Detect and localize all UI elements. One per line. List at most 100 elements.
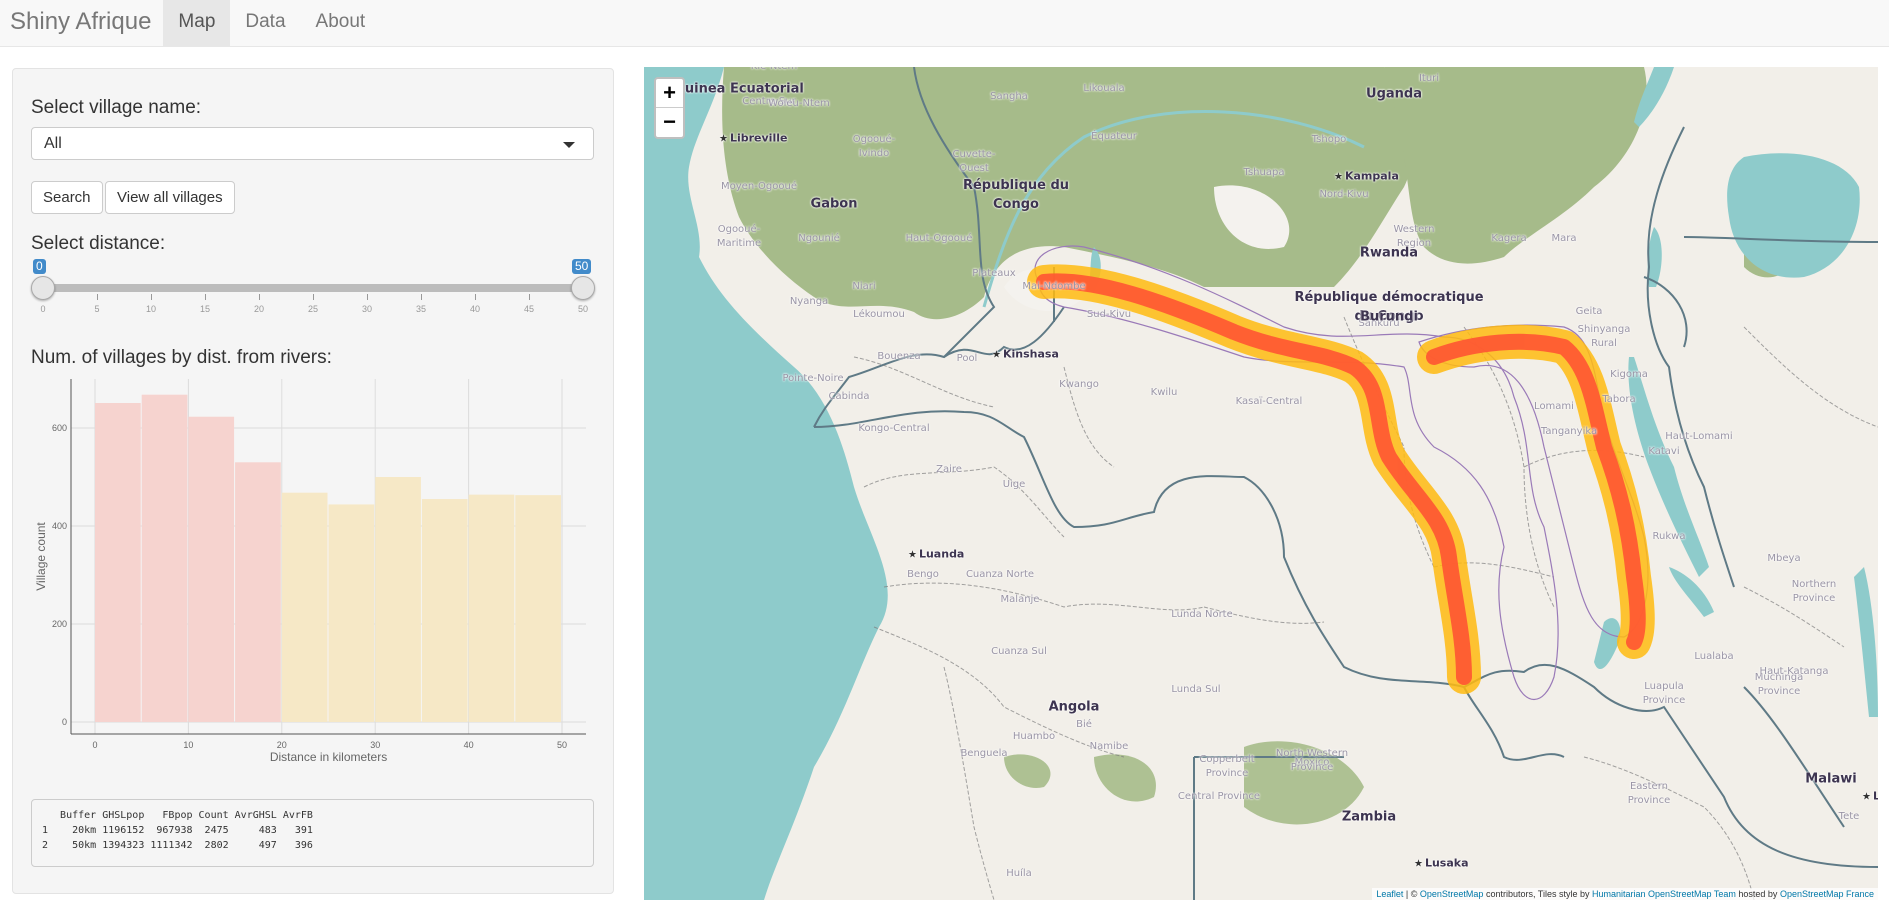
- map-label-country: Rwanda: [1359, 245, 1419, 261]
- slider-handle-max[interactable]: [571, 276, 595, 300]
- map-label-region: Kongo-Central: [858, 423, 930, 434]
- leaflet-link[interactable]: Leaflet: [1376, 889, 1403, 899]
- slider-tick-label: 50: [577, 304, 589, 314]
- osm-france-link[interactable]: OpenStreetMap France: [1780, 889, 1874, 899]
- x-tick-label: 50: [557, 740, 567, 750]
- map-label-region: Tanganyika: [1540, 426, 1598, 437]
- x-tick-label: 10: [183, 740, 193, 750]
- map-label-region: Haut-Lomami: [1665, 431, 1733, 442]
- map-label-region: Central Province: [1177, 791, 1261, 802]
- map-label-region: Kwango: [1059, 379, 1099, 390]
- app-brand[interactable]: Shiny Afrique: [0, 0, 163, 46]
- map-label-region: Lualaba: [1694, 651, 1734, 662]
- map-attribution: Leaflet | © OpenStreetMap contributors, …: [1372, 888, 1878, 900]
- slider-tick-label: 35: [415, 304, 427, 314]
- map-label-region: Bouenza: [877, 351, 921, 362]
- map-label-region: Kasaï-Central: [1235, 396, 1303, 407]
- village-select-label: Select village name:: [31, 97, 202, 118]
- lake-malawi: [1854, 567, 1878, 717]
- map-label-region: Likouala: [1083, 83, 1125, 94]
- map-label-region: Northern Province: [1791, 579, 1837, 604]
- map-label-region: Bié: [1076, 719, 1092, 730]
- map-label-region: Cuanza Norte: [965, 569, 1035, 580]
- slider-tick-label: 15: [199, 304, 211, 314]
- slider-tick: [475, 294, 476, 300]
- y-tick-label: 600: [52, 423, 67, 433]
- map-label-country: République du Congo: [962, 178, 1070, 212]
- slider-to-value: 50: [572, 259, 592, 274]
- attribution-text: hosted by: [1735, 889, 1780, 899]
- map-label-city: Lilong: [1862, 790, 1878, 805]
- map-label-region: Sangha: [990, 91, 1028, 102]
- map-label-region: Zaire: [936, 464, 962, 475]
- slider-tick: [151, 294, 152, 300]
- map-label-country: Burundi: [1360, 309, 1418, 325]
- map-label-region: Tabora: [1602, 394, 1636, 405]
- tab-map[interactable]: Map: [163, 0, 231, 46]
- map-label-region: Mbeya: [1767, 553, 1801, 564]
- histogram-bar: [328, 504, 375, 722]
- map-label-region: Kié-Ntem: [751, 67, 797, 74]
- forest-area: [1004, 754, 1051, 788]
- map-label-city: Libreville: [719, 132, 787, 147]
- leaflet-map[interactable]: Guinea EcuatorialCentro SurWoleu-NtemKié…: [644, 67, 1878, 900]
- slider-tick-label: 40: [469, 304, 481, 314]
- map-label-region: Lunda Sul: [1171, 684, 1221, 695]
- osm-link[interactable]: OpenStreetMap: [1420, 889, 1484, 899]
- map-label-region: Pointe-Noire: [782, 373, 844, 384]
- x-tick-label: 0: [92, 740, 97, 750]
- search-button[interactable]: Search: [31, 181, 103, 214]
- map-label-region: Huíla: [1006, 868, 1032, 879]
- slider-track[interactable]: [41, 284, 585, 292]
- map-label-region: Tshuapa: [1243, 167, 1285, 178]
- map-label-region: Katavi: [1648, 446, 1680, 457]
- zoom-control: + −: [654, 77, 685, 139]
- map-label-region: Rukwa: [1652, 531, 1686, 542]
- histogram-chart: 0 10 20 30 40 50 0 200 400 600 Distance in kilomet…: [34, 379, 586, 764]
- map-label-region: Tshopo: [1311, 134, 1347, 145]
- map-label-country: Malawi: [1805, 771, 1857, 787]
- histogram-bar: [281, 492, 328, 722]
- zoom-in-button[interactable]: +: [656, 79, 683, 108]
- map-label-region: Kagera: [1491, 233, 1527, 244]
- histogram-bar: [468, 494, 515, 722]
- x-tick-label: 40: [464, 740, 474, 750]
- slider-tick: [421, 294, 422, 300]
- slider-tick-label: 10: [145, 304, 157, 314]
- map-label-region: Woleu-Ntem: [768, 98, 830, 109]
- map-label-region: Moyen-Ogooué: [721, 181, 797, 192]
- tab-about[interactable]: About: [301, 0, 381, 46]
- map-label-region: Lékoumou: [853, 309, 905, 320]
- view-all-villages-button[interactable]: View all villages: [105, 181, 235, 214]
- map-label-region: Ogooué- Maritime: [716, 224, 762, 249]
- map-label-region: Malanje: [1000, 594, 1040, 605]
- map-label-region: Lunda Norte: [1171, 609, 1233, 620]
- histogram-bar: [375, 477, 421, 722]
- slider-tick: [97, 294, 98, 300]
- slider-tick-label: 20: [253, 304, 265, 314]
- zoom-out-button[interactable]: −: [656, 108, 683, 137]
- map-label-region: Tete: [1838, 811, 1860, 822]
- map-label-country: Angola: [1048, 699, 1100, 715]
- map-label-region: Ogooué- Ivindo: [852, 134, 896, 159]
- map-label-region: Pool: [956, 353, 978, 364]
- hot-link[interactable]: Humanitarian OpenStreetMap Team: [1592, 889, 1736, 899]
- slider-handle-min[interactable]: [31, 276, 55, 300]
- map-tiles[interactable]: [644, 67, 1878, 900]
- histogram-bar: [141, 394, 188, 722]
- map-label-region: Namibe: [1089, 741, 1129, 752]
- x-tick-label: 20: [277, 740, 287, 750]
- map-label-region: Haut-Katanga: [1759, 666, 1829, 677]
- tab-data[interactable]: Data: [230, 0, 300, 46]
- map-label-region: Uige: [1002, 479, 1026, 490]
- buffer-20km: [1036, 273, 1646, 685]
- map-label-region: Ngounié: [798, 233, 840, 244]
- slider-tick: [529, 294, 530, 300]
- map-label-region: Luapula Province: [1642, 681, 1686, 706]
- distance-slider[interactable]: 0 5 10 15 20 25 30 35 40 45 50 0 50: [31, 259, 595, 324]
- map-label-region: Équateur: [1091, 131, 1137, 142]
- summary-table: Buffer GHSLpop FBpop Count AvrGHSL AvrFB…: [31, 799, 594, 867]
- slider-tick: [205, 294, 206, 300]
- village-select[interactable]: All: [31, 127, 594, 160]
- attribution-text: | ©: [1403, 889, 1420, 899]
